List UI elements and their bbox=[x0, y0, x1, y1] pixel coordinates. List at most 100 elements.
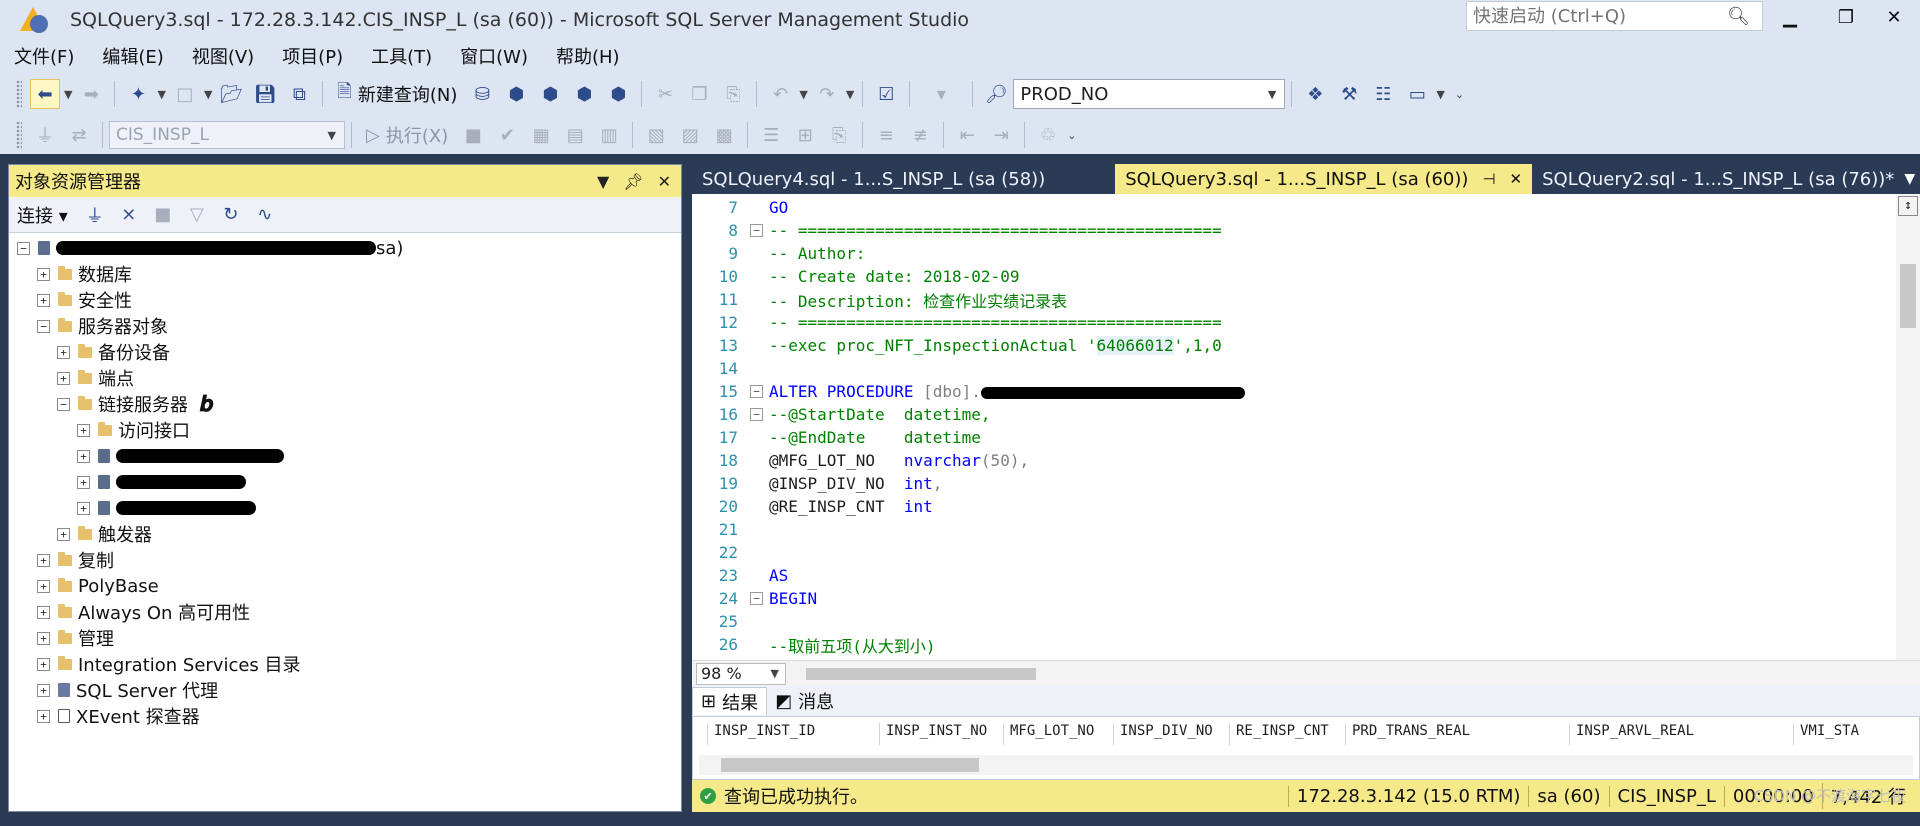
results-to-text-icon[interactable]: ☰ bbox=[756, 120, 786, 150]
tree-node-management[interactable]: + 管理 bbox=[37, 625, 114, 651]
more-dropdown-icon[interactable]: ▼ bbox=[1436, 88, 1444, 101]
expand-icon[interactable]: + bbox=[37, 267, 50, 281]
expand-icon[interactable]: + bbox=[77, 449, 90, 463]
grid-column-header[interactable]: MFG_LOT_NO bbox=[1003, 723, 1113, 745]
properties-wrench-icon[interactable]: ⚒ bbox=[1334, 79, 1364, 109]
filter-icon[interactable]: ▽ bbox=[182, 200, 212, 230]
tab-sqlquery4[interactable]: SQLQuery4.sql - 1...S_INSP_L (sa (58)) bbox=[692, 164, 1055, 194]
tree-node-always-on[interactable]: + Always On 高可用性 bbox=[37, 599, 250, 625]
pin-icon[interactable]: 📌︎ bbox=[623, 172, 643, 191]
expand-icon[interactable]: + bbox=[77, 475, 90, 489]
results-to-file-icon[interactable]: ⎘ bbox=[824, 120, 854, 150]
cut-icon[interactable]: ✂ bbox=[650, 79, 680, 109]
quick-launch[interactable]: 🔍︎ bbox=[1466, 1, 1763, 31]
open-folder-icon[interactable]: 📂︎ bbox=[216, 79, 246, 109]
toolbar-overflow-icon[interactable]: ⌄ bbox=[1067, 129, 1076, 142]
tree-node-polybase[interactable]: + PolyBase bbox=[37, 573, 159, 599]
grid-horizontal-scrollbar[interactable] bbox=[699, 755, 1913, 775]
toolbar-grip[interactable] bbox=[16, 121, 22, 149]
tree-node-linked-server[interactable]: + bbox=[77, 443, 284, 469]
connect-plug-icon[interactable]: ⏚ bbox=[80, 200, 110, 230]
grid-column-header[interactable]: PRD_TRANS_REAL bbox=[1345, 723, 1569, 745]
decrease-indent-icon[interactable]: ⇤ bbox=[952, 120, 982, 150]
tree-node-replication[interactable]: + 复制 bbox=[37, 547, 114, 573]
tab-sqlquery3[interactable]: SQLQuery3.sql - 1...S_INSP_L (sa (60)) ⊣… bbox=[1115, 164, 1533, 194]
dmx-query-icon[interactable]: ⬢ bbox=[535, 79, 565, 109]
close-window-button[interactable]: ✕ bbox=[1866, 2, 1920, 32]
toolbar-overflow-icon[interactable]: ⌄ bbox=[1455, 88, 1464, 101]
expand-icon[interactable]: + bbox=[37, 579, 50, 593]
search-icon[interactable]: 🔍︎ bbox=[1727, 6, 1750, 27]
quick-launch-input[interactable] bbox=[1467, 5, 1727, 27]
uncomment-lines-icon[interactable]: ≢ bbox=[905, 120, 935, 150]
include-actual-plan-icon[interactable]: ▨ bbox=[675, 120, 705, 150]
tree-node-security[interactable]: + 安全性 bbox=[37, 287, 132, 313]
tree-node-linked-server[interactable]: + bbox=[77, 469, 246, 495]
grid-column-header[interactable]: INSP_INST_ID bbox=[707, 723, 879, 745]
menu-edit[interactable]: 编辑(E) bbox=[88, 43, 177, 69]
specify-template-values-icon[interactable]: ♲ bbox=[1033, 120, 1063, 150]
paste-icon[interactable]: ⎘ bbox=[718, 79, 748, 109]
tree-node-triggers[interactable]: + 触发器 bbox=[57, 521, 152, 547]
grid-column-header[interactable]: RE_INSP_CNT bbox=[1229, 723, 1345, 745]
disconnect-icon[interactable]: ⨯ bbox=[114, 200, 144, 230]
find-in-files-icon[interactable]: 🔎︎ bbox=[981, 79, 1011, 109]
menu-file[interactable]: 文件(F) bbox=[0, 43, 88, 69]
tree-node-databases[interactable]: + 数据库 bbox=[37, 261, 132, 287]
tree-node-linked-server[interactable]: + bbox=[77, 495, 256, 521]
refresh-icon[interactable]: ↻ bbox=[216, 200, 246, 230]
menu-project[interactable]: 项目(P) bbox=[268, 43, 357, 69]
expand-icon[interactable]: + bbox=[77, 423, 90, 437]
collapse-region-icon[interactable]: − bbox=[750, 408, 763, 421]
expand-icon[interactable]: + bbox=[57, 527, 70, 541]
database-engine-query-icon[interactable]: ⛁ bbox=[467, 79, 497, 109]
mdx-query-icon[interactable]: ⬢ bbox=[501, 79, 531, 109]
expand-icon[interactable]: + bbox=[77, 501, 90, 515]
expand-icon[interactable]: + bbox=[37, 631, 50, 645]
add-item-dropdown-icon[interactable]: ▼ bbox=[204, 88, 212, 101]
tab-overflow-icon[interactable]: ▼ bbox=[1904, 171, 1920, 187]
query-options-icon[interactable]: ▥ bbox=[594, 120, 624, 150]
grid-column-header[interactable]: VMI_STA bbox=[1793, 723, 1903, 745]
tree-node-sql-agent[interactable]: + SQL Server 代理 bbox=[37, 677, 218, 703]
menu-tools[interactable]: 工具(T) bbox=[357, 43, 446, 69]
tree-node-xevent[interactable]: + XEvent 探查器 bbox=[37, 703, 200, 729]
save-icon[interactable]: 💾︎ bbox=[250, 79, 280, 109]
collapse-region-icon[interactable]: − bbox=[750, 592, 763, 605]
collapse-icon[interactable]: − bbox=[17, 241, 30, 255]
copy-icon[interactable]: ❐ bbox=[684, 79, 714, 109]
connect-button[interactable]: 连接 ▾ bbox=[17, 202, 68, 228]
menu-window[interactable]: 窗口(W) bbox=[446, 43, 542, 69]
redo-icon[interactable]: ↷ bbox=[812, 79, 842, 109]
solution-config-dropdown-icon[interactable]: ▾ bbox=[918, 79, 964, 109]
forward-arrow-icon[interactable]: ➡ bbox=[76, 79, 106, 109]
tree-node-providers[interactable]: + 访问接口 bbox=[77, 417, 190, 443]
expand-icon[interactable]: + bbox=[37, 683, 50, 697]
expand-icon[interactable]: + bbox=[57, 345, 70, 359]
back-arrow-icon[interactable]: ⬅ bbox=[30, 79, 60, 109]
redo-dropdown-icon[interactable]: ▼ bbox=[846, 88, 854, 101]
live-query-stats-icon[interactable]: ▩ bbox=[709, 120, 739, 150]
new-query-button[interactable]: 🗎︎ 新建查询(N) bbox=[337, 79, 457, 109]
activity-monitor-icon[interactable]: ☑ bbox=[871, 79, 901, 109]
increase-indent-icon[interactable]: ⇥ bbox=[986, 120, 1016, 150]
query-designer-icon[interactable]: ▤ bbox=[560, 120, 590, 150]
execute-button[interactable]: ▷ 执行(X) bbox=[366, 122, 448, 148]
stop-icon[interactable]: ■ bbox=[148, 200, 178, 230]
command-window-icon[interactable]: ▭ bbox=[1402, 79, 1432, 109]
tree-node-server-objects[interactable]: − 服务器对象 bbox=[37, 313, 168, 339]
minimize-button[interactable]: ▁ bbox=[1762, 2, 1818, 32]
collapse-region-icon[interactable]: − bbox=[750, 385, 763, 398]
tab-sqlquery2[interactable]: SQLQuery2.sql - 1...S_INSP_L (sa (76))* bbox=[1532, 164, 1904, 194]
grid-column-header[interactable]: INSP_INST_NO bbox=[879, 723, 1003, 745]
available-databases-combo[interactable]: CIS_INSP_L ▼ bbox=[109, 121, 345, 149]
scroll-thumb[interactable] bbox=[806, 667, 1036, 680]
back-dropdown-icon[interactable]: ▼ bbox=[64, 88, 72, 101]
grid-column-header[interactable]: INSP_DIV_NO bbox=[1113, 723, 1229, 745]
connect-plug-icon[interactable]: ⏚ bbox=[30, 120, 60, 150]
tab-results[interactable]: ⊞ 结果 bbox=[692, 687, 768, 715]
dax-query-icon[interactable]: ⬢ bbox=[603, 79, 633, 109]
toolbox-icon[interactable]: ☷ bbox=[1368, 79, 1398, 109]
expand-icon[interactable]: + bbox=[37, 553, 50, 567]
results-grid[interactable]: INSP_INST_ID INSP_INST_NO MFG_LOT_NO INS… bbox=[692, 716, 1920, 780]
